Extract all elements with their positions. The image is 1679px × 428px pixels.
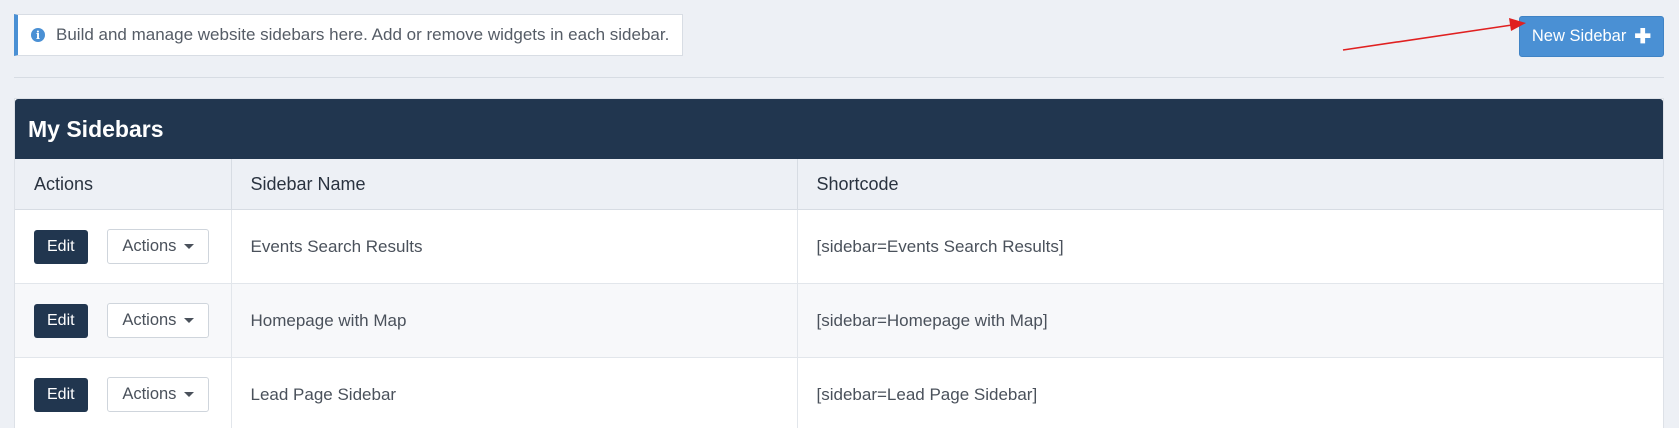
notice-text: Build and manage website sidebars here. … [56, 25, 670, 44]
plus-icon: ✚ [1634, 25, 1652, 48]
actions-cell: Edit Actions [15, 209, 232, 284]
info-icon: i [31, 28, 45, 42]
info-notice: i Build and manage website sidebars here… [14, 14, 683, 56]
shortcode-cell: [sidebar=Homepage with Map] [797, 283, 1663, 358]
sidebar-name-cell: Lead Page Sidebar [231, 357, 798, 428]
actions-dropdown-label: Actions [122, 385, 177, 403]
actions-cell: Edit Actions [15, 357, 232, 428]
caret-down-icon [184, 392, 195, 397]
edit-button[interactable]: Edit [34, 229, 88, 264]
actions-dropdown-label: Actions [122, 311, 177, 329]
divider [14, 77, 1664, 78]
caret-down-icon [184, 318, 195, 323]
edit-button[interactable]: Edit [34, 377, 88, 412]
table-row: Edit Actions Events Search Results [side… [15, 209, 1663, 284]
edit-button[interactable]: Edit [34, 303, 88, 338]
new-sidebar-label: New Sidebar [1531, 27, 1627, 45]
caret-down-icon [184, 244, 195, 249]
column-header-shortcode: Shortcode [797, 159, 1663, 210]
page: i Build and manage website sidebars here… [0, 0, 1679, 428]
table-row: Edit Actions Homepage with Map [sidebar=… [15, 283, 1663, 358]
table-row: Edit Actions Lead Page Sidebar [sidebar=… [15, 357, 1663, 428]
sidebar-name-cell: Events Search Results [231, 209, 798, 284]
sidebar-name-cell: Homepage with Map [231, 283, 798, 358]
shortcode-cell: [sidebar=Events Search Results] [797, 209, 1663, 284]
column-header-actions: Actions [15, 159, 232, 210]
annotation-arrow-line [1342, 24, 1513, 51]
actions-dropdown-label: Actions [122, 237, 177, 255]
column-header-sidebar-name: Sidebar Name [231, 159, 798, 210]
actions-dropdown-button[interactable]: Actions [107, 229, 210, 264]
actions-cell: Edit Actions [15, 283, 232, 358]
sidebars-panel: My Sidebars Actions Sidebar Name Shortco… [14, 98, 1664, 428]
panel-title: My Sidebars [15, 99, 1663, 159]
actions-dropdown-button[interactable]: Actions [107, 303, 210, 338]
shortcode-cell: [sidebar=Lead Page Sidebar] [797, 357, 1663, 428]
actions-dropdown-button[interactable]: Actions [107, 377, 210, 412]
sidebars-table: Actions Sidebar Name Shortcode Edit Acti… [15, 159, 1663, 428]
table-header-row: Actions Sidebar Name Shortcode [15, 159, 1663, 210]
new-sidebar-button[interactable]: New Sidebar ✚ [1519, 16, 1664, 57]
